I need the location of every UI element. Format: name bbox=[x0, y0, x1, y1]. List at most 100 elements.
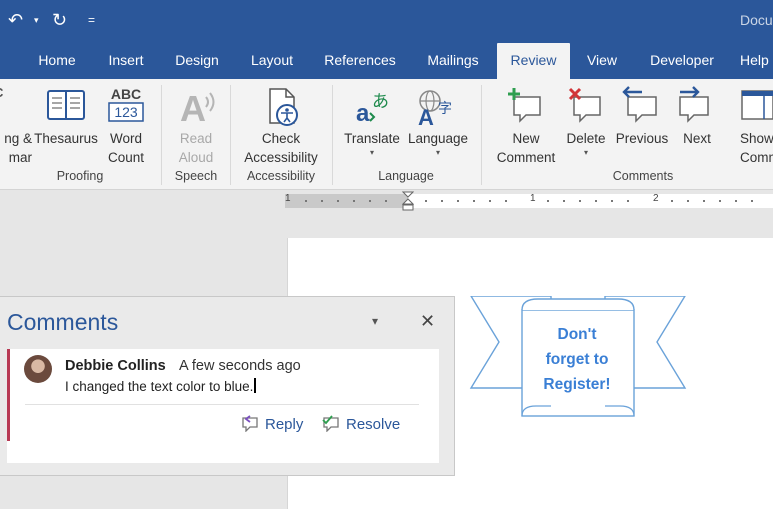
tab-design[interactable]: Design bbox=[166, 43, 228, 79]
ruler-tick bbox=[703, 200, 705, 202]
delete-dropdown-icon[interactable]: ▾ bbox=[562, 148, 610, 158]
ruler-tick bbox=[611, 200, 613, 202]
show-comments-button[interactable]: ShowComme bbox=[728, 83, 773, 167]
ruler-label: 2 bbox=[653, 193, 659, 204]
group-label-speech: Speech bbox=[174, 169, 218, 183]
horizontal-ruler[interactable]: 1 1 2 bbox=[285, 191, 773, 211]
ruler-tick bbox=[441, 200, 443, 202]
ruler-tick bbox=[687, 200, 689, 202]
translate-dropdown-icon[interactable]: ▾ bbox=[340, 148, 404, 158]
accessibility-check-icon bbox=[269, 88, 298, 126]
undo-icon[interactable]: ↶ bbox=[8, 9, 36, 31]
undo-dropdown-icon[interactable]: ▾ bbox=[34, 9, 44, 31]
svg-text:C: C bbox=[0, 85, 4, 100]
ruler-tick bbox=[457, 200, 459, 202]
svg-text:123: 123 bbox=[114, 104, 138, 120]
translate-button[interactable]: a あ Translate ▾ bbox=[340, 83, 404, 158]
ruler-tick bbox=[579, 200, 581, 202]
ribbon: C ng &mar Thesaurus ABC 123 bbox=[0, 79, 773, 190]
thesaurus-button[interactable]: Thesaurus bbox=[32, 83, 100, 148]
avatar bbox=[24, 355, 52, 383]
ruler-tick bbox=[385, 200, 387, 202]
read-aloud-button[interactable]: A Read Aloud bbox=[164, 83, 228, 167]
ruler-tick bbox=[627, 200, 629, 202]
customize-toolbar-icon[interactable]: = bbox=[88, 9, 100, 31]
ruler-tick bbox=[735, 200, 737, 202]
text-cursor bbox=[254, 378, 257, 393]
read-aloud-icon: A bbox=[180, 88, 215, 129]
ruler-tick bbox=[369, 200, 371, 202]
ruler-tick bbox=[305, 200, 307, 202]
show-comments-icon bbox=[741, 90, 773, 120]
tab-mailings[interactable]: Mailings bbox=[417, 43, 489, 79]
ruler-tick bbox=[505, 200, 507, 202]
spelling-icon: C bbox=[0, 85, 4, 100]
comment-text[interactable]: I changed the text color to blue. bbox=[65, 378, 257, 394]
tab-developer[interactable]: Developer bbox=[640, 43, 724, 79]
group-label-language: Language bbox=[378, 169, 434, 183]
redo-icon[interactable]: ↻ bbox=[52, 9, 74, 31]
check-accessibility-button[interactable]: Check Accessibility bbox=[232, 83, 330, 167]
ruler-tick bbox=[337, 200, 339, 202]
tab-home[interactable]: Home bbox=[27, 43, 87, 79]
ruler-tick bbox=[473, 200, 475, 202]
language-dropdown-icon[interactable]: ▾ bbox=[404, 148, 472, 158]
pane-options-icon[interactable]: ▾ bbox=[372, 314, 378, 328]
tab-help[interactable]: Help bbox=[740, 43, 773, 79]
language-icon: A 字 bbox=[418, 90, 452, 130]
close-icon[interactable]: ✕ bbox=[420, 311, 435, 332]
svg-text:A: A bbox=[418, 105, 434, 129]
comment-accent-bar bbox=[7, 349, 10, 441]
comment-author: Debbie Collins bbox=[65, 358, 166, 374]
banner-text[interactable]: Don't forget to Register! bbox=[530, 322, 624, 397]
svg-text:a: a bbox=[356, 100, 370, 127]
ruler-tick bbox=[489, 200, 491, 202]
svg-text:あ: あ bbox=[372, 92, 389, 112]
divider bbox=[25, 404, 419, 405]
svg-text:ABC: ABC bbox=[111, 86, 141, 102]
next-comment-button[interactable]: Next bbox=[672, 83, 722, 148]
ruler-label: 1 bbox=[530, 193, 536, 204]
resolve-icon bbox=[322, 415, 339, 433]
ruler-tick bbox=[751, 200, 753, 202]
thesaurus-book-icon bbox=[47, 90, 85, 120]
ruler-label: 1 bbox=[285, 193, 291, 204]
new-comment-icon bbox=[508, 88, 541, 123]
reply-icon bbox=[242, 415, 258, 433]
ruler-tick bbox=[547, 200, 549, 202]
indent-marker-icon[interactable] bbox=[402, 191, 414, 211]
tab-layout[interactable]: Layout bbox=[240, 43, 304, 79]
ruler-tick bbox=[425, 200, 427, 202]
ruler-left-margin bbox=[285, 194, 408, 208]
comment-card[interactable]: Debbie Collins A few seconds ago I chang… bbox=[7, 349, 439, 463]
tab-insert[interactable]: Insert bbox=[99, 43, 153, 79]
language-button[interactable]: A 字 Language ▾ bbox=[404, 83, 472, 158]
svg-text:字: 字 bbox=[438, 101, 452, 117]
tab-view[interactable]: View bbox=[580, 43, 624, 79]
group-label-comments: Comments bbox=[612, 169, 674, 183]
svg-text:A: A bbox=[180, 88, 206, 129]
delete-comment-icon bbox=[568, 87, 601, 123]
new-comment-button[interactable]: New Comment bbox=[488, 83, 564, 167]
ruler-tick bbox=[671, 200, 673, 202]
comment-timestamp: A few seconds ago bbox=[179, 358, 301, 374]
group-label-proofing: Proofing bbox=[56, 169, 104, 183]
word-count-icon: ABC 123 bbox=[108, 86, 144, 122]
tab-review[interactable]: Review bbox=[497, 43, 570, 79]
comments-pane: Comments ▾ ✕ Debbie Collins A few second… bbox=[0, 296, 455, 476]
previous-comment-button[interactable]: Previous bbox=[612, 83, 672, 148]
spelling-grammar-button[interactable]: C ng &mar bbox=[0, 83, 32, 167]
word-count-button[interactable]: ABC 123 Word Count bbox=[100, 83, 152, 167]
ruler-tick bbox=[563, 200, 565, 202]
document-title: Docu bbox=[740, 12, 773, 28]
previous-comment-icon bbox=[622, 86, 657, 123]
ruler-tick bbox=[321, 200, 323, 202]
resolve-button[interactable]: Resolve bbox=[321, 414, 400, 434]
title-bar: ↶ ▾ ↻ = Docu Home Insert Design Layout R… bbox=[0, 0, 773, 79]
group-label-accessibility: Accessibility bbox=[246, 169, 316, 183]
reply-button[interactable]: Reply bbox=[240, 414, 303, 434]
tab-references[interactable]: References bbox=[318, 43, 402, 79]
comments-pane-title: Comments bbox=[7, 309, 119, 335]
delete-comment-button[interactable]: Delete ▾ bbox=[562, 83, 610, 158]
ruler-tick bbox=[353, 200, 355, 202]
